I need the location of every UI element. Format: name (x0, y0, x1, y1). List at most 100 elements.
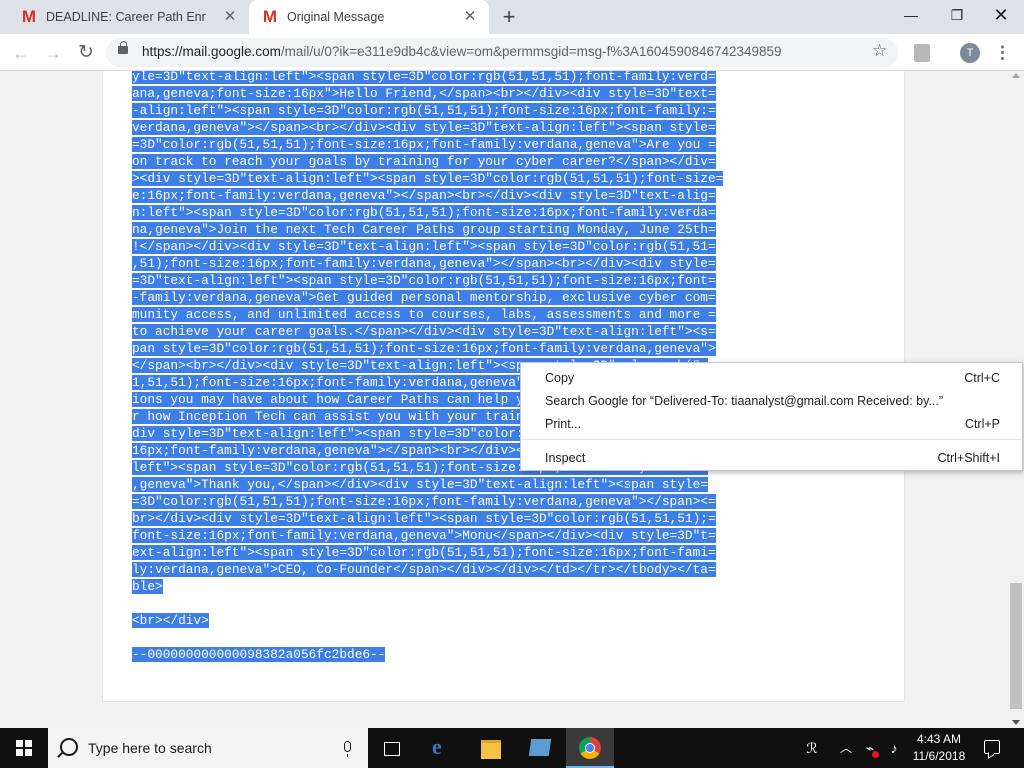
selected-text: br></div><div style=3D"text-align:left">… (132, 511, 716, 526)
menu-item-label: Search Google for “Delivered-To: tiaanal… (545, 394, 944, 408)
menu-item-shortcut: Ctrl+C (964, 371, 1000, 385)
source-line: br></div><div style=3D"text-align:left">… (132, 510, 772, 527)
selected-text: verdana,geneva"></span><br></div><div st… (132, 120, 716, 135)
selected-text: ,geneva">Thank you,</span></div><div sty… (132, 477, 708, 492)
address-bar[interactable]: https://mail.google.com/mail/u/0?ik=e311… (106, 38, 898, 67)
source-line: ,51);font-size:16px;font-family:verdana,… (132, 255, 772, 272)
clock-date: 11/6/2018 (912, 749, 966, 763)
volume-icon[interactable]: ♪ (884, 728, 904, 768)
source-line: ana,geneva;font-size:16px">Hello Friend,… (132, 85, 772, 102)
browser-tab-strip: M DEADLINE: Career Path Enrollment ✕ M O… (0, 0, 1024, 34)
gmail-icon: M (262, 7, 278, 26)
url-host: https://mail.google.com (142, 44, 281, 59)
new-tab-button[interactable]: + (497, 5, 521, 29)
source-line: ble> (132, 578, 772, 595)
selected-text: to achieve your career goals.</span></di… (132, 324, 716, 339)
menu-item-shortcut: Ctrl+P (964, 417, 1000, 431)
bookmark-star-icon[interactable]: ☆ (872, 41, 887, 61)
source-line: to achieve your career goals.</span></di… (132, 323, 772, 340)
browser-toolbar: ← → ↻ https://mail.google.com/mail/u/0?i… (0, 34, 1024, 71)
gmail-icon: M (21, 7, 37, 26)
menu-item-shortcut: Ctrl+Shift+I (937, 451, 1000, 465)
cortana-search-icon (60, 738, 78, 756)
pdf-extension-icon[interactable] (914, 44, 930, 62)
chrome-taskbar-button[interactable] (566, 728, 614, 768)
show-hidden-icons-chevron-icon[interactable]: ︿ (836, 728, 856, 768)
selected-text: n:left"><span style=3D"color:rgb(51,51,5… (132, 205, 716, 220)
tab-title: DEADLINE: Career Path Enrollment (46, 10, 206, 24)
tab-original-message[interactable]: M Original Message ✕ (249, 0, 489, 34)
scroll-up-arrow-icon[interactable] (1012, 73, 1020, 78)
source-line: --000000000000098382a056fc2bde6-- (132, 646, 772, 663)
selected-text: !</span></div><div style=3D"text-align:l… (132, 239, 716, 254)
network-icon[interactable]: ⌁ (860, 728, 880, 768)
back-arrow-icon[interactable]: ← (8, 40, 34, 66)
source-line: =3D"text-align:left"><span style=3D"colo… (132, 272, 772, 289)
file-explorer-icon[interactable] (467, 728, 515, 768)
selected-text: on track to reach your goals by training… (132, 154, 716, 169)
more-menu-icon[interactable]: ⋮ (994, 40, 1011, 66)
close-tab-icon[interactable]: ✕ (461, 8, 479, 26)
source-line: yle=3D"text-align:left"><span style=3D"c… (132, 71, 772, 85)
close-tab-icon[interactable]: ✕ (221, 8, 239, 26)
source-line: verdana,geneva"></span><br></div><div st… (132, 119, 772, 136)
selected-text: na,geneva">Join the next Tech Career Pat… (132, 222, 716, 237)
tab-deadline-career-path[interactable]: M DEADLINE: Career Path Enrollment ✕ (0, 0, 249, 34)
mail-app-icon[interactable] (516, 728, 564, 768)
source-line: pan style=3D"color:rgb(51,51,51);font-si… (132, 340, 772, 357)
people-icon[interactable]: ℛ (798, 728, 826, 768)
selected-text: ><div style=3D"text-align:left"><span st… (132, 171, 724, 186)
context-menu-inspect[interactable]: Inspect Ctrl+Shift+I (521, 447, 1022, 469)
microphone-icon[interactable] (344, 741, 351, 757)
selected-text: --000000000000098382a056fc2bde6-- (132, 647, 386, 662)
source-line: -family:verdana,geneva">Get guided perso… (132, 289, 772, 306)
action-center-icon[interactable] (984, 740, 1000, 754)
selected-text: ana,geneva;font-size:16px">Hello Friend,… (132, 86, 716, 101)
source-line: ext-align:left"><span style=3D"color:rgb… (132, 544, 772, 561)
profile-avatar[interactable]: T (960, 43, 980, 63)
source-line: font-size:16px;font-family:verdana,genev… (132, 527, 772, 544)
selected-text: ,51);font-size:16px;font-family:verdana,… (132, 256, 716, 271)
system-clock[interactable]: 4:43 AM 11/6/2018 (906, 731, 972, 765)
windows-logo-icon (16, 740, 32, 756)
source-line: <br></div> (132, 612, 772, 629)
task-view-icon[interactable] (368, 728, 416, 768)
restore-button[interactable]: ❐ (934, 0, 980, 30)
context-menu-search-google[interactable]: Search Google for “Delivered-To: tiaanal… (521, 390, 1022, 412)
selected-text: -family:verdana,geneva">Get guided perso… (132, 290, 716, 305)
context-menu-copy[interactable]: Copy Ctrl+C (521, 367, 1022, 389)
source-line: on track to reach your goals by training… (132, 153, 772, 170)
selected-text: ble> (132, 579, 163, 594)
source-line: -align:left"><span style=3D"color:rgb(51… (132, 102, 772, 119)
taskbar-search-box[interactable]: Type here to search (48, 728, 368, 768)
url-path: /mail/u/0?ik=e311e9db4c&view=om&permmsgi… (280, 44, 782, 59)
selected-text: munity access, and unlimited access to c… (132, 307, 716, 322)
edge-browser-icon[interactable]: e (418, 728, 466, 768)
selected-text: ly:verdana,geneva">CEO, Co-Founder</span… (132, 562, 716, 577)
url-text[interactable]: https://mail.google.com/mail/u/0?ik=e311… (142, 44, 782, 59)
source-line: =3D"color:rgb(51,51,51);font-size:16px;f… (132, 493, 772, 510)
selected-text: pan style=3D"color:rgb(51,51,51);font-si… (132, 341, 716, 356)
forward-arrow-icon[interactable]: → (40, 40, 66, 66)
source-line: ly:verdana,geneva">CEO, Co-Founder</span… (132, 561, 772, 578)
close-window-button[interactable]: ✕ (978, 0, 1024, 30)
source-line: =3D"color:rgb(51,51,51);font-size:16px;f… (132, 136, 772, 153)
scrollbar-thumb[interactable] (1010, 583, 1022, 709)
selected-text: -align:left"><span style=3D"color:rgb(51… (132, 103, 716, 118)
source-line: na,geneva">Join the next Tech Career Pat… (132, 221, 772, 238)
menu-separator (521, 439, 1022, 440)
menu-item-label: Copy (545, 371, 575, 385)
context-menu-print[interactable]: Print... Ctrl+P (521, 413, 1022, 435)
selected-text: font-size:16px;font-family:verdana,genev… (132, 528, 716, 543)
menu-item-label: Print... (545, 417, 582, 431)
reload-icon[interactable]: ↻ (73, 40, 99, 66)
search-placeholder: Type here to search (88, 740, 212, 756)
selected-text: <br></div> (132, 613, 209, 628)
selected-text: ext-align:left"><span style=3D"color:rgb… (132, 545, 716, 560)
source-line: e:16px;font-family:verdana,geneva"></spa… (132, 187, 772, 204)
minimize-button[interactable]: — (888, 0, 934, 30)
start-button[interactable] (0, 728, 48, 768)
scroll-down-arrow-icon[interactable] (1012, 720, 1020, 725)
